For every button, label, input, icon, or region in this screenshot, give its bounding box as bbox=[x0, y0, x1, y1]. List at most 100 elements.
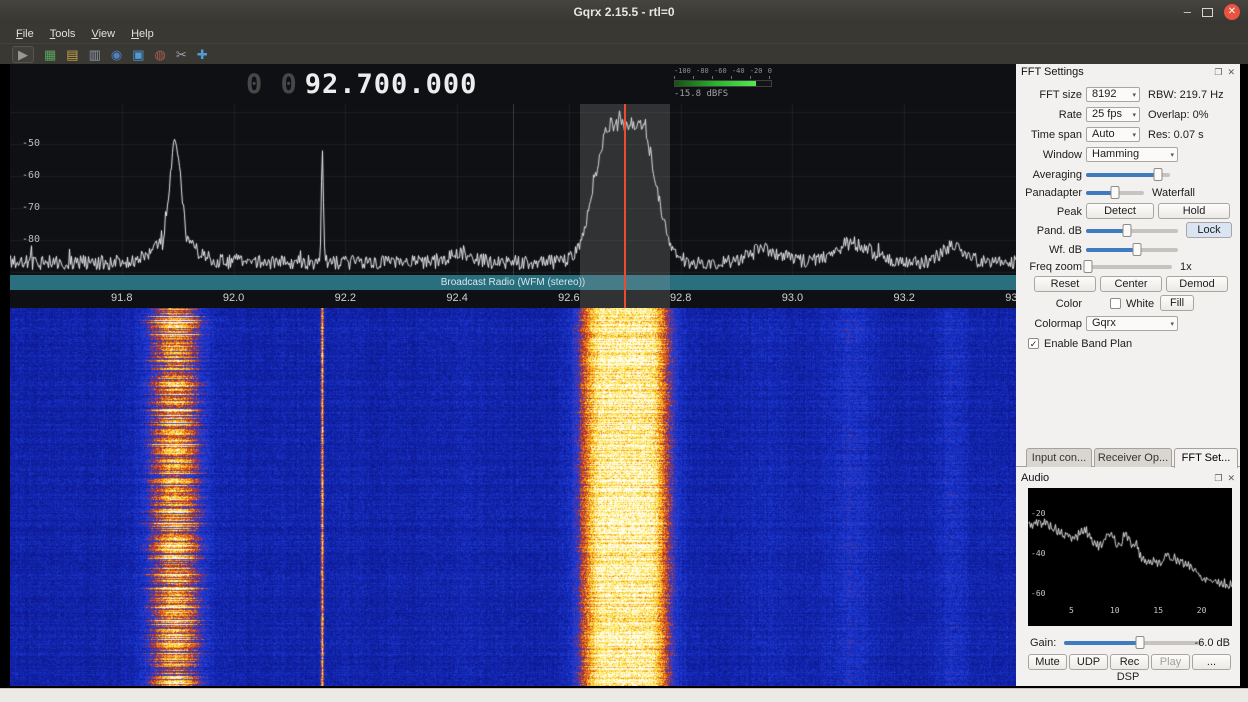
pand-db-row: Pand. dB Lock bbox=[1016, 222, 1232, 240]
udp-button[interactable]: UDP bbox=[1069, 654, 1108, 670]
meter-tick-label: -40 bbox=[732, 67, 745, 75]
pan-tool-icon[interactable]: ✚ bbox=[197, 47, 208, 62]
window-fn-value: Hamming bbox=[1092, 148, 1139, 160]
gain-value: -6.0 dB bbox=[1195, 634, 1230, 652]
freq-zoom-value: 1x bbox=[1180, 258, 1192, 276]
fill-button[interactable]: Fill bbox=[1160, 295, 1194, 311]
chevron-down-icon: ▾ bbox=[1132, 89, 1136, 102]
wf-db-slider[interactable] bbox=[1086, 248, 1178, 252]
overlap-text: Overlap: 0% bbox=[1148, 106, 1209, 124]
audio-spectrum-plot[interactable]: -20-40-605101520 bbox=[1028, 488, 1232, 626]
freq-zoom-label: Freq zoom bbox=[1016, 258, 1082, 276]
audio-freq-label: 10 bbox=[1110, 606, 1120, 615]
pan-wf-split-row: Panadapter Waterfall bbox=[1016, 184, 1232, 202]
wf-db-label: Wf. dB bbox=[1016, 241, 1082, 259]
freq-axis-label: 93.4 bbox=[1005, 292, 1016, 304]
dock-tab-2[interactable]: FFT Set... bbox=[1174, 448, 1238, 468]
frequency-axis: 91.892.092.292.492.692.893.093.293.4 bbox=[10, 290, 1016, 308]
rate-combo[interactable]: 25 fps▾ bbox=[1086, 107, 1140, 122]
play-button: Play bbox=[1151, 654, 1190, 670]
maximize-button[interactable] bbox=[1202, 8, 1213, 17]
waterfall-canvas[interactable] bbox=[10, 308, 1016, 686]
more-audio-button[interactable]: ... bbox=[1192, 654, 1231, 670]
dock-close-icon[interactable]: ✕ bbox=[1227, 67, 1235, 78]
color-label: Color bbox=[1016, 295, 1082, 313]
lock-button[interactable]: Lock bbox=[1186, 222, 1232, 238]
chevron-down-icon: ▾ bbox=[1132, 129, 1136, 142]
white-checkbox[interactable] bbox=[1110, 298, 1121, 309]
rec-button[interactable]: Rec bbox=[1110, 654, 1149, 670]
freq-axis-label: 92.6 bbox=[558, 292, 579, 304]
rate-row: Rate 25 fps▾ Overlap: 0% bbox=[1016, 106, 1232, 124]
chevron-down-icon: ▾ bbox=[1170, 149, 1174, 162]
tuned-frequency-marker[interactable] bbox=[624, 104, 626, 308]
slider-handle[interactable] bbox=[1083, 260, 1092, 273]
minimize-button[interactable]: – bbox=[1184, 7, 1191, 17]
timespan-combo[interactable]: Auto ▾ bbox=[1086, 127, 1140, 142]
rate-value: 25 fps bbox=[1092, 108, 1122, 120]
peak-detect-button[interactable]: Detect bbox=[1086, 203, 1154, 219]
enable-band-plan-checkbox[interactable]: ✓ bbox=[1028, 338, 1039, 349]
white-checkbox-label: White bbox=[1126, 295, 1154, 313]
dock-close-icon[interactable]: ✕ bbox=[1227, 473, 1235, 484]
cut-icon[interactable]: ✂ bbox=[176, 47, 187, 62]
band-plan-bar: Broadcast Radio (WFM (stereo)) bbox=[10, 275, 1016, 290]
peak-label: Peak bbox=[1016, 203, 1082, 221]
pand-db-slider[interactable] bbox=[1086, 229, 1178, 233]
slider-handle[interactable] bbox=[1111, 186, 1120, 199]
menu-file[interactable]: File bbox=[8, 28, 42, 40]
frequency-display[interactable]: 0 092.700.000 bbox=[246, 69, 477, 100]
close-button[interactable]: ✕ bbox=[1224, 4, 1240, 20]
open-file-icon[interactable]: ▤ bbox=[66, 47, 78, 62]
db-axis-label: -50 bbox=[12, 138, 40, 149]
colormap-combo[interactable]: Gqrx▾ bbox=[1086, 316, 1178, 331]
menu-help[interactable]: Help bbox=[123, 28, 162, 40]
slider-handle[interactable] bbox=[1154, 168, 1163, 181]
slider-fill bbox=[1064, 641, 1140, 645]
audio-freq-label: 5 bbox=[1069, 606, 1074, 615]
dbfs-meter-value: -15.8 dBFS bbox=[674, 89, 774, 99]
slider-fill bbox=[1086, 229, 1127, 233]
meter-tick-label: -20 bbox=[750, 67, 763, 75]
gain-slider[interactable] bbox=[1064, 641, 1202, 645]
slider-handle[interactable] bbox=[1123, 224, 1132, 237]
mute-button[interactable]: Mute bbox=[1028, 654, 1067, 670]
menu-tools[interactable]: Tools bbox=[42, 28, 84, 40]
record-audio-icon[interactable]: ◉ bbox=[111, 47, 122, 62]
window-fn-label: Window bbox=[1016, 146, 1082, 164]
pan-wf-split-slider[interactable] bbox=[1086, 191, 1144, 195]
dock-float-icon[interactable]: ❐ bbox=[1214, 67, 1222, 78]
record-iq-icon[interactable]: ◍ bbox=[155, 47, 166, 62]
chevron-down-icon: ▾ bbox=[1170, 318, 1174, 331]
slider-handle[interactable] bbox=[1135, 636, 1144, 649]
spectrum-stage: 0 092.700.000 -100-80-60-40-200 -15.8 dB… bbox=[10, 64, 1016, 686]
save-file-icon[interactable]: ▥ bbox=[89, 47, 101, 62]
averaging-slider[interactable] bbox=[1086, 173, 1170, 177]
audio-title: Audio bbox=[1021, 472, 1049, 484]
start-dsp-button[interactable]: ▶ bbox=[12, 46, 34, 63]
rate-label: Rate bbox=[1016, 106, 1082, 124]
timespan-value: Auto bbox=[1092, 128, 1115, 140]
demod-button[interactable]: Demod bbox=[1166, 276, 1228, 292]
window-fn-combo[interactable]: Hamming ▾ bbox=[1086, 147, 1178, 162]
color-row: Color White Fill bbox=[1016, 295, 1232, 313]
dock-tab-1[interactable]: Receiver Op... bbox=[1094, 448, 1172, 467]
slider-handle[interactable] bbox=[1132, 243, 1141, 256]
dock-float-icon[interactable]: ❐ bbox=[1214, 473, 1222, 484]
timespan-row: Time span Auto▾ Res: 0.07 s bbox=[1016, 126, 1232, 144]
title-bar[interactable]: Gqrx 2.15.5 - rtl=0 – ✕ bbox=[0, 0, 1248, 25]
screenshot-icon[interactable]: ▣ bbox=[132, 47, 144, 62]
fft-size-combo[interactable]: 8192▾ bbox=[1086, 87, 1140, 102]
reset-button[interactable]: Reset bbox=[1034, 276, 1096, 292]
meter-tick-label: -80 bbox=[696, 67, 709, 75]
dock-tab-0[interactable]: Input con... bbox=[1026, 448, 1092, 467]
dbfs-meter-bar bbox=[674, 80, 772, 87]
zoom-buttons-row: Reset Center Demod bbox=[1016, 276, 1232, 294]
slider-fill bbox=[1086, 248, 1137, 252]
menu-view[interactable]: View bbox=[83, 28, 123, 40]
iq-waterfall-icon[interactable]: ▦ bbox=[44, 47, 56, 62]
audio-db-label: -20 bbox=[1031, 509, 1045, 518]
freq-zoom-slider[interactable] bbox=[1086, 265, 1172, 269]
peak-hold-button[interactable]: Hold bbox=[1158, 203, 1230, 219]
center-button[interactable]: Center bbox=[1100, 276, 1162, 292]
